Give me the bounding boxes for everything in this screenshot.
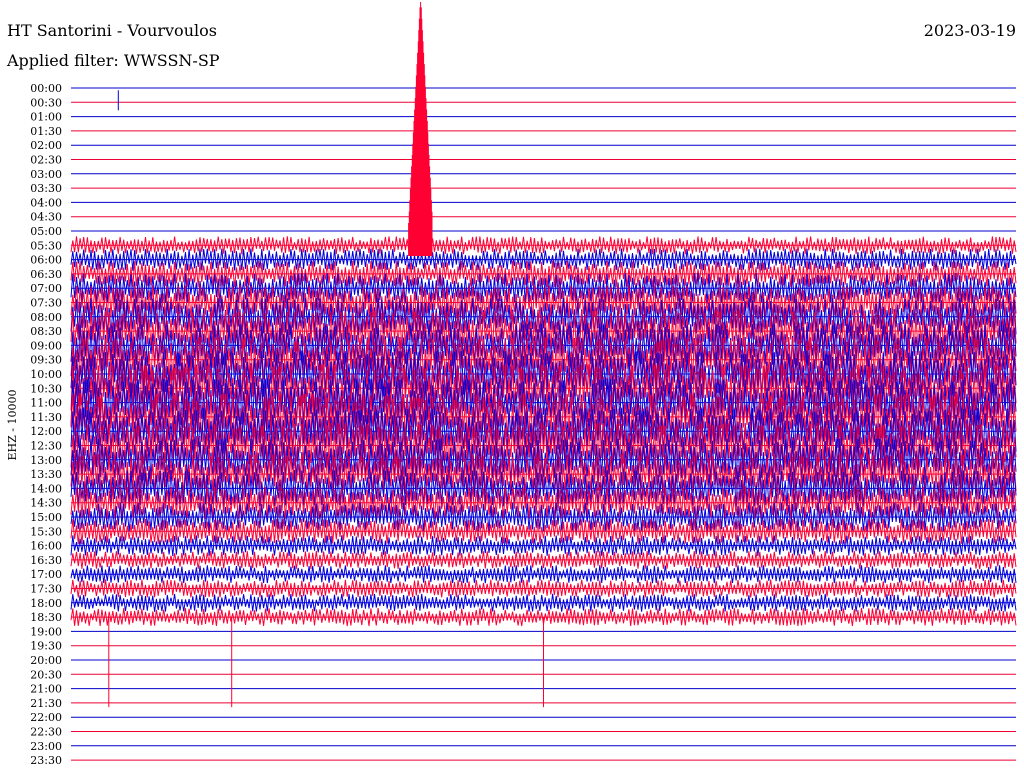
row-time-label: 23:30 xyxy=(30,754,62,767)
row-time-label: 19:00 xyxy=(30,625,62,638)
row-time-label: 18:00 xyxy=(30,597,62,610)
row-time-label: 17:00 xyxy=(30,568,62,581)
row-time-label: 12:00 xyxy=(30,425,62,438)
row-time-label: 00:00 xyxy=(30,82,62,95)
row-time-label: 23:00 xyxy=(30,740,62,753)
row-time-label: 20:30 xyxy=(30,668,62,681)
row-time-label: 14:00 xyxy=(30,482,62,495)
row-time-label: 09:00 xyxy=(30,339,62,352)
row-time-label: 18:30 xyxy=(30,611,62,624)
row-time-label: 02:00 xyxy=(30,139,62,152)
row-time-label: 01:30 xyxy=(30,125,62,138)
row-time-label: 14:30 xyxy=(30,497,62,510)
row-time-label: 04:00 xyxy=(30,196,62,209)
row-time-label: 19:30 xyxy=(30,640,62,653)
row-time-label: 15:00 xyxy=(30,511,62,524)
row-time-label: 06:00 xyxy=(30,254,62,267)
row-time-labels: 00:0000:30 01:0001:3002:00 02:3003:0003:30… xyxy=(30,82,62,767)
row-time-label: 21:30 xyxy=(30,697,62,710)
row-time-label: 08:00 xyxy=(30,311,62,324)
row-time-label: 07:30 xyxy=(30,297,62,310)
row-time-label: 13:00 xyxy=(30,454,62,467)
row-time-label: 08:30 xyxy=(30,325,62,338)
date-label: 2023-03-19 xyxy=(924,21,1016,40)
row-time-label: 05:30 xyxy=(30,239,62,252)
row-time-label: 03:00 xyxy=(30,168,62,181)
row-time-label: 22:30 xyxy=(30,726,62,739)
row-time-label: 04:30 xyxy=(30,211,62,224)
helicorder-chart: 00:0000:30 01:0001:3002:00 02:3003:0003:30… xyxy=(0,0,1024,780)
row-time-label: 21:00 xyxy=(30,683,62,696)
row-time-label: 16:00 xyxy=(30,540,62,553)
row-time-label: 10:30 xyxy=(30,382,62,395)
row-time-label: 16:30 xyxy=(30,554,62,567)
row-time-label: 00:30 xyxy=(30,96,62,109)
row-time-label: 15:30 xyxy=(30,525,62,538)
row-time-label: 05:00 xyxy=(30,225,62,238)
row-time-label: 03:30 xyxy=(30,182,62,195)
station-title: HT Santorini - Vourvoulos xyxy=(7,21,217,40)
seismogram-page: 00:00 00:30 01:00 01:30 02:00 02:30 03:00 03:30… xyxy=(0,0,1024,780)
row-time-label: 07:00 xyxy=(30,282,62,295)
filter-label: Applied filter: WWSSN-SP xyxy=(6,51,220,70)
row-time-label: 10:00 xyxy=(30,368,62,381)
row-time-label: 01:00 xyxy=(30,111,62,124)
row-time-label: 17:30 xyxy=(30,583,62,596)
row-time-label: 06:30 xyxy=(30,268,62,281)
row-time-label: 11:30 xyxy=(30,411,62,424)
row-time-label: 12:30 xyxy=(30,440,62,453)
row-time-label: 20:00 xyxy=(30,654,62,667)
row-time-label: 09:30 xyxy=(30,354,62,367)
row-time-label: 11:00 xyxy=(30,397,62,410)
row-time-label: 13:30 xyxy=(30,468,62,481)
row-time-label: 02:30 xyxy=(30,154,62,167)
row-time-label: 22:00 xyxy=(30,711,62,724)
channel-label: EHZ - 10000 xyxy=(6,390,19,461)
